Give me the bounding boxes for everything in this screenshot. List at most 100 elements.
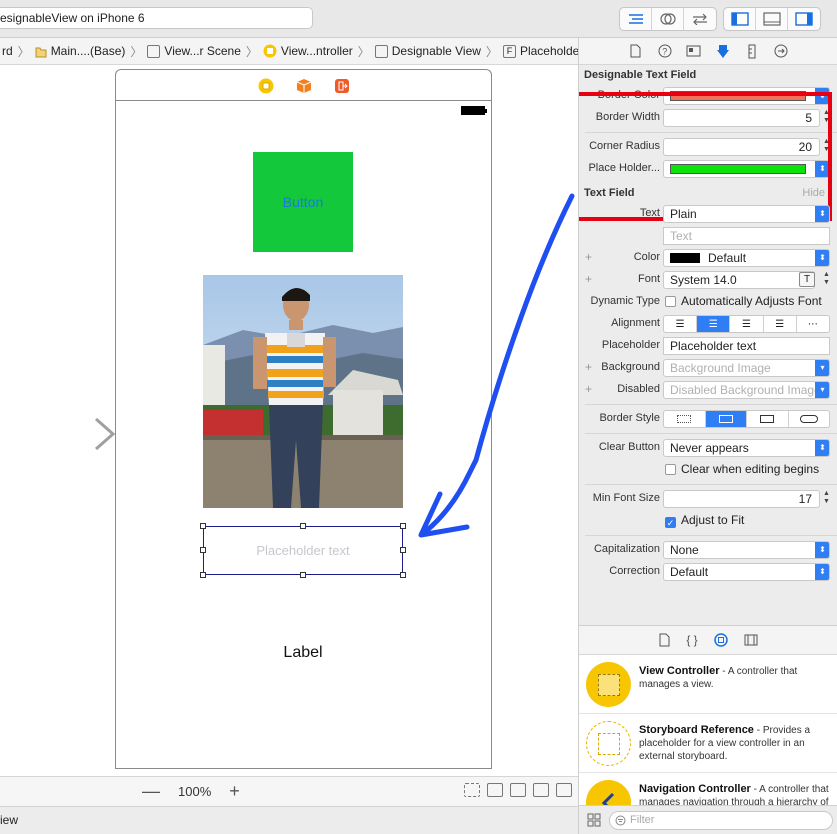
connections-inspector-icon[interactable] bbox=[773, 43, 789, 59]
corner-radius-stepper[interactable]: ▲ ▼ bbox=[822, 138, 831, 156]
border-none-icon[interactable] bbox=[664, 411, 706, 427]
dynamic-type-checkbox[interactable]: Automatically Adjusts Font bbox=[663, 293, 830, 311]
library-item-view-controller[interactable]: View Controller - A controller that mana… bbox=[579, 655, 837, 714]
crumb-designable-view[interactable]: Designable View bbox=[373, 44, 483, 58]
hide-section-button[interactable]: Hide bbox=[802, 187, 833, 199]
media-library-icon[interactable] bbox=[744, 634, 758, 646]
view-controller-icon bbox=[263, 44, 277, 58]
zoom-in-button[interactable]: + bbox=[229, 782, 240, 800]
alignment-segmented[interactable]: ☰ ☰ ☰ ☰ ⋯ bbox=[663, 315, 830, 333]
min-font-field[interactable]: 17 bbox=[663, 490, 820, 508]
resize-handle[interactable] bbox=[200, 547, 206, 553]
resize-handle[interactable] bbox=[200, 523, 206, 529]
view-controller-icon[interactable] bbox=[258, 78, 274, 94]
corner-radius-field[interactable]: 20 bbox=[663, 138, 820, 156]
attributes-inspector-icon[interactable] bbox=[715, 43, 731, 59]
text-value-row: Text bbox=[579, 225, 837, 247]
storyboard-canvas[interactable]: Button Placeholder text Label bbox=[0, 65, 578, 776]
first-responder-icon[interactable] bbox=[296, 78, 312, 94]
crumb-text-field[interactable]: FPlaceholder text bbox=[501, 44, 578, 58]
crumb-storyboard[interactable]: rd bbox=[0, 44, 15, 58]
min-font-stepper[interactable]: ▲ ▼ bbox=[822, 490, 831, 508]
align-justify-icon[interactable]: ☰ bbox=[764, 316, 797, 332]
crumb-main[interactable]: Main....(Base) bbox=[33, 44, 128, 58]
font-picker-icon[interactable]: T bbox=[799, 272, 815, 287]
crumb-scene[interactable]: View...r Scene bbox=[145, 44, 243, 58]
file-inspector-icon[interactable] bbox=[628, 43, 644, 59]
text-type-popup[interactable]: Plain ⬍ bbox=[663, 205, 830, 223]
entry-point-arrow[interactable] bbox=[14, 418, 116, 454]
min-font-row: Min Font Size 17 ▲ ▼ bbox=[579, 488, 837, 510]
placeholder-color-well[interactable]: ⬍ bbox=[663, 160, 830, 178]
border-style-segmented[interactable] bbox=[663, 410, 830, 428]
add-variation-icon[interactable]: + bbox=[585, 272, 592, 286]
add-variation-icon[interactable]: + bbox=[585, 250, 592, 264]
assistant-editor-button[interactable] bbox=[652, 8, 684, 30]
update-frames-icon[interactable] bbox=[487, 783, 503, 797]
file-template-icon[interactable] bbox=[659, 633, 670, 647]
view-controller-icon bbox=[586, 662, 631, 707]
border-bezel-icon[interactable] bbox=[747, 411, 789, 427]
border-line-icon[interactable] bbox=[705, 411, 747, 427]
add-variation-icon[interactable]: + bbox=[585, 382, 592, 396]
scheme-selector[interactable]: esignableView on iPhone 6 bbox=[0, 7, 313, 29]
disabled-image-combo[interactable]: Disabled Background Image ▾ bbox=[663, 381, 830, 399]
library-filter-input[interactable]: Filter bbox=[609, 811, 833, 830]
navigator-toggle-button[interactable] bbox=[724, 8, 756, 30]
object-library-list[interactable]: View Controller - A controller that mana… bbox=[579, 655, 837, 805]
border-style-row: Border Style bbox=[579, 408, 837, 430]
placeholder-field[interactable]: Placeholder text bbox=[663, 337, 830, 355]
font-size-stepper[interactable]: ▲ ▼ bbox=[822, 271, 831, 289]
version-editor-button[interactable] bbox=[684, 8, 716, 30]
resolve-issues-icon[interactable] bbox=[556, 783, 572, 797]
align-natural-icon[interactable]: ⋯ bbox=[797, 316, 829, 332]
resize-handle[interactable] bbox=[300, 523, 306, 529]
divider bbox=[585, 535, 837, 536]
object-library-icon[interactable] bbox=[713, 633, 728, 647]
font-field[interactable]: System 14.0 bbox=[663, 271, 815, 289]
clear-button-popup[interactable]: Never appears ⬍ bbox=[663, 439, 830, 457]
placeholder-text-field[interactable]: Placeholder text bbox=[203, 526, 403, 575]
help-icon[interactable]: ? bbox=[657, 43, 673, 59]
resize-handle[interactable] bbox=[200, 572, 206, 578]
crumb-view-controller[interactable]: View...ntroller bbox=[261, 44, 355, 58]
identity-inspector-icon[interactable] bbox=[686, 43, 702, 59]
exit-icon[interactable] bbox=[334, 78, 350, 94]
align-left-icon[interactable]: ☰ bbox=[664, 316, 698, 332]
background-image-combo[interactable]: Background Image ▾ bbox=[663, 359, 830, 377]
grid-view-icon[interactable] bbox=[587, 813, 601, 827]
size-inspector-icon[interactable] bbox=[744, 43, 760, 59]
border-width-stepper[interactable]: ▲ ▼ bbox=[822, 109, 831, 127]
library-item-storyboard-reference[interactable]: Storyboard Reference - Provides a placeh… bbox=[579, 714, 837, 773]
green-button[interactable]: Button bbox=[253, 152, 353, 252]
zoom-out-button[interactable]: — bbox=[142, 782, 160, 800]
border-color-well[interactable]: ⬍ bbox=[663, 87, 830, 105]
debug-toggle-button[interactable] bbox=[756, 8, 788, 30]
dynamic-type-row: Dynamic Type Automatically Adjusts Font bbox=[579, 291, 837, 313]
standard-editor-button[interactable] bbox=[620, 8, 652, 30]
pin-icon[interactable] bbox=[533, 783, 549, 797]
capitalization-popup[interactable]: None ⬍ bbox=[663, 541, 830, 559]
align-center-icon[interactable]: ☰ bbox=[697, 316, 731, 332]
text-color-popup[interactable]: Default ⬍ bbox=[663, 249, 830, 267]
library-item-navigation-controller[interactable]: Navigation Controller - A controller tha… bbox=[579, 773, 837, 805]
align-icon[interactable] bbox=[510, 783, 526, 797]
border-width-field[interactable]: 5 bbox=[663, 109, 820, 127]
border-rounded-icon[interactable] bbox=[789, 411, 830, 427]
clear-editing-checkbox[interactable]: Clear when editing begins bbox=[663, 461, 830, 479]
view-as-label[interactable]: iew bbox=[0, 813, 18, 827]
chevron-updown-icon: ⬍ bbox=[815, 542, 829, 558]
adjust-fit-checkbox[interactable]: ✓ Adjust to Fit bbox=[663, 512, 830, 530]
layout-tools bbox=[464, 783, 572, 797]
code-snippet-icon[interactable]: { } bbox=[686, 633, 697, 647]
correction-popup[interactable]: Default ⬍ bbox=[663, 563, 830, 581]
resize-handle[interactable] bbox=[400, 572, 406, 578]
text-value-field[interactable]: Text bbox=[663, 227, 830, 245]
utilities-toggle-button[interactable] bbox=[788, 8, 820, 30]
profile-photo[interactable] bbox=[203, 275, 403, 508]
label[interactable]: Label bbox=[253, 644, 353, 662]
add-variation-icon[interactable]: + bbox=[585, 360, 592, 374]
align-right-icon[interactable]: ☰ bbox=[730, 316, 764, 332]
resize-handle[interactable] bbox=[300, 572, 306, 578]
embed-in-icon[interactable] bbox=[464, 783, 480, 797]
